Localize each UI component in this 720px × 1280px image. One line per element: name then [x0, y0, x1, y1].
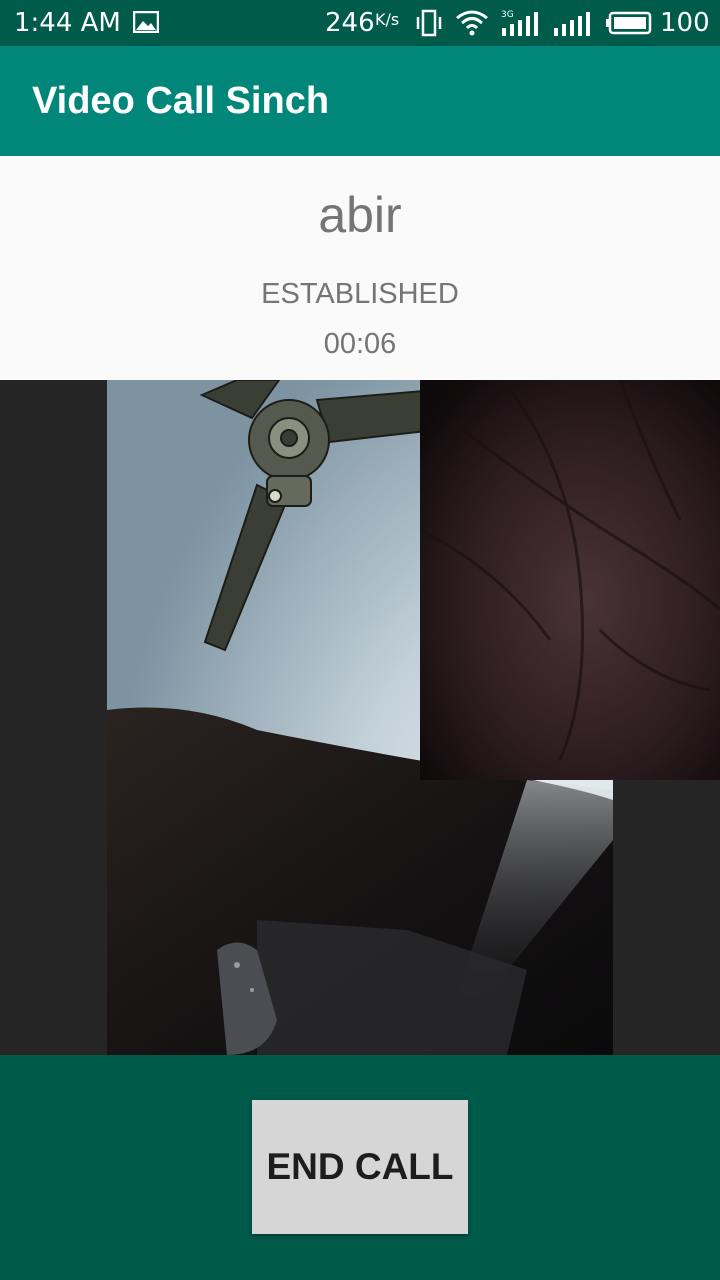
battery-percent: 100	[660, 8, 710, 38]
call-state: ESTABLISHED	[261, 278, 459, 310]
status-bar: 1:44 AM 246 K/s 3G 100	[0, 0, 720, 46]
app-title: Video Call Sinch	[32, 80, 330, 122]
image-notification-icon	[133, 11, 159, 33]
video-area	[0, 380, 720, 1055]
wifi-icon	[456, 10, 488, 36]
network-type-label: 3G	[501, 10, 514, 20]
call-duration: 00:06	[323, 328, 397, 360]
end-call-button[interactable]: END CALL	[252, 1100, 468, 1234]
status-time: 1:44 AM	[14, 8, 121, 38]
battery-icon	[606, 11, 652, 35]
network-rate-unit: K/s	[375, 10, 400, 29]
call-controls: END CALL	[0, 1055, 720, 1280]
caller-name: abir	[318, 187, 402, 243]
cellular-3g-signal-icon: 3G	[501, 10, 538, 36]
local-video-view	[420, 380, 720, 780]
call-info-panel: abir ESTABLISHED 00:06	[0, 156, 720, 380]
vibrate-icon	[416, 9, 442, 37]
network-rate: 246	[325, 8, 375, 38]
cellular-signal-icon	[554, 12, 590, 36]
app-bar: Video Call Sinch	[0, 46, 720, 156]
